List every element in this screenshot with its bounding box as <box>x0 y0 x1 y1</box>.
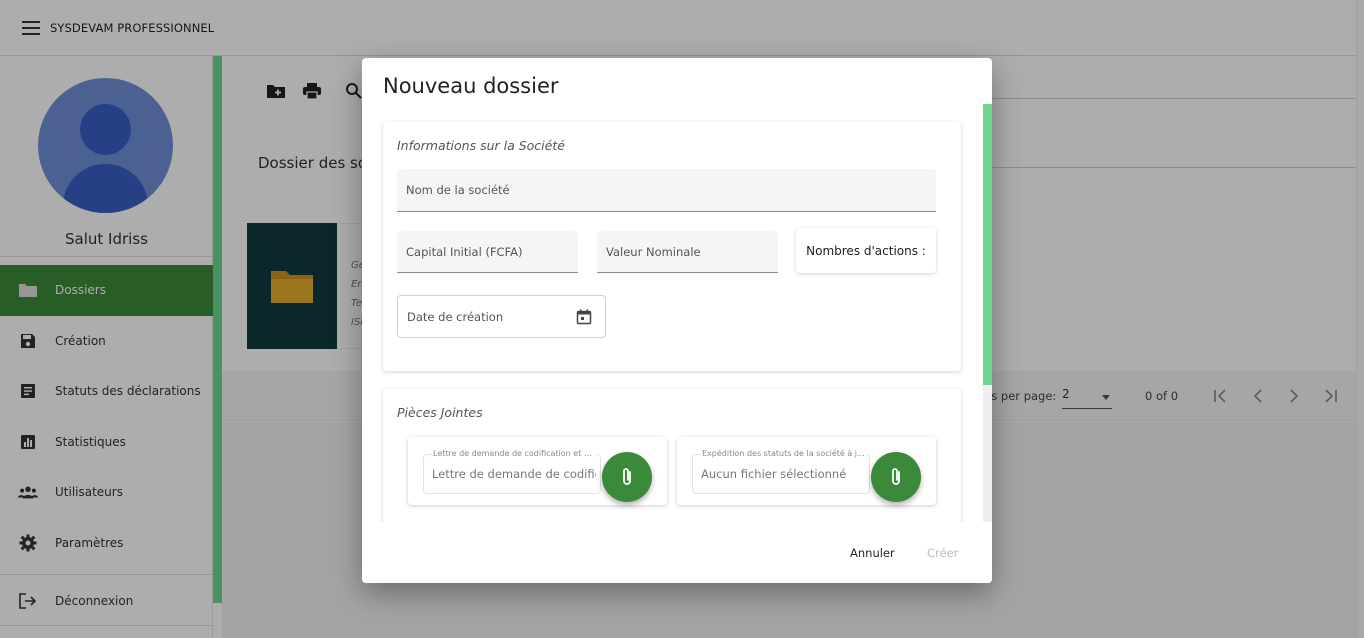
dialog-scroll-thumb[interactable] <box>983 104 992 385</box>
attachment-item: Lettre de demande de codification et d..… <box>408 437 667 505</box>
attachment-item: Expédition des statuts de la société à j… <box>677 437 936 505</box>
attachment-file-field[interactable]: Lettre de demande de codification et d..… <box>423 449 601 494</box>
attachment-file-field[interactable]: Expédition des statuts de la société à j… <box>692 449 870 494</box>
attachments-card: Pièces Jointes Lettre de demande de codi… <box>383 389 961 539</box>
capital-placeholder: Capital Initial (FCFA) <box>406 244 523 259</box>
attachment-value: Lettre de demande de codifica <box>432 467 596 481</box>
create-button[interactable]: Créer <box>927 546 958 560</box>
cancel-button[interactable]: Annuler <box>850 546 895 560</box>
creation-date-placeholder: Date de création <box>407 309 504 324</box>
creation-date-field[interactable]: Date de création <box>397 295 606 338</box>
nominal-value-placeholder: Valeur Nominale <box>606 244 701 259</box>
dialog-actions: Annuler Créer <box>362 522 992 583</box>
attach-file-button[interactable] <box>871 452 921 502</box>
attachment-label: Lettre de demande de codification et d..… <box>432 449 597 458</box>
attachment-value: Aucun fichier sélectionné <box>701 467 847 481</box>
company-name-field[interactable]: Nom de la société <box>397 169 936 212</box>
dialog-title: Nouveau dossier <box>383 74 559 98</box>
company-name-placeholder: Nom de la société <box>406 183 510 197</box>
capital-field[interactable]: Capital Initial (FCFA) <box>397 231 578 273</box>
company-section-title: Informations sur la Société <box>397 138 565 153</box>
company-info-card: Informations sur la Société Nom de la so… <box>383 122 961 371</box>
new-folder-dialog: Nouveau dossier Informations sur la Soci… <box>362 58 992 583</box>
paperclip-icon <box>892 468 900 485</box>
nominal-value-field[interactable]: Valeur Nominale <box>597 231 778 273</box>
attachment-label: Expédition des statuts de la société à j… <box>701 449 866 458</box>
calendar-icon[interactable] <box>576 309 592 325</box>
attachments-section-title: Pièces Jointes <box>397 405 483 420</box>
shares-count: Nombres d'actions : <box>796 228 936 273</box>
attach-file-button[interactable] <box>602 452 652 502</box>
shares-count-label: Nombres d'actions : <box>806 243 926 258</box>
paperclip-icon <box>623 468 631 485</box>
